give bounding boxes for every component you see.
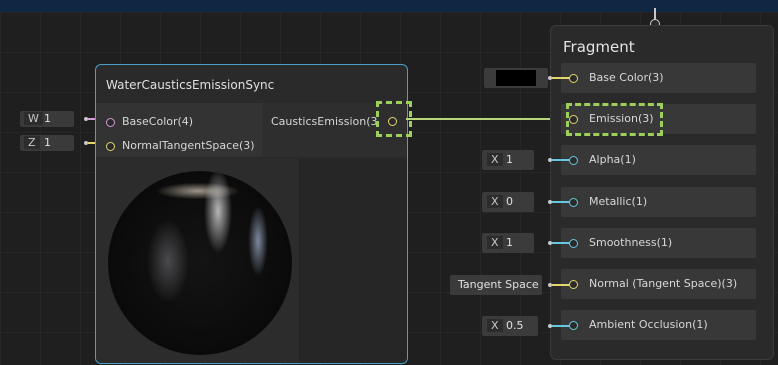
value: 1 <box>44 136 51 149</box>
port[interactable] <box>569 280 578 289</box>
port[interactable] <box>569 198 578 207</box>
slot-base-color[interactable]: Base Color(3) <box>561 63 756 93</box>
axis-label: X <box>487 153 503 166</box>
metallic-input[interactable]: X 0 <box>482 192 534 212</box>
node-preview <box>96 159 299 363</box>
alpha-input[interactable]: X 1 <box>482 150 534 170</box>
normal-port[interactable] <box>106 142 115 151</box>
value: 0 <box>506 195 513 208</box>
axis-label: W <box>24 112 43 125</box>
wire-metallic <box>552 201 570 203</box>
value: 1 <box>44 112 51 125</box>
axis-label: X <box>487 319 503 332</box>
wire-normal-space <box>552 284 570 286</box>
slot-label: Normal (Tangent Space)(3) <box>589 277 738 290</box>
highlight-emission <box>566 103 663 136</box>
node-title: WaterCausticsEmissionSync <box>106 78 275 92</box>
value: 1 <box>506 153 513 166</box>
port[interactable] <box>569 239 578 248</box>
basecolor-port[interactable] <box>106 118 115 127</box>
slot-ambient-occlusion[interactable]: Ambient Occlusion(1) <box>561 310 756 340</box>
color-swatch[interactable] <box>496 70 536 86</box>
top-bar <box>0 0 778 12</box>
input-label-normal: NormalTangentSpace(3) <box>122 139 255 152</box>
water-caustics-node[interactable]: WaterCausticsEmissionSync BaseColor(4) N… <box>95 64 408 364</box>
occlusion-input[interactable]: X 0.5 <box>482 316 538 336</box>
node-inputs: BaseColor(4) NormalTangentSpace(3) <box>96 103 262 157</box>
wire-base-color <box>552 77 570 79</box>
slot-normal[interactable]: Normal (Tangent Space)(3) <box>561 269 756 299</box>
basecolor-input-field[interactable]: W 1 <box>20 111 74 127</box>
smoothness-input[interactable]: X 1 <box>482 233 534 253</box>
slot-label: Metallic(1) <box>589 195 648 208</box>
port[interactable] <box>569 156 578 165</box>
port[interactable] <box>569 74 578 83</box>
slot-label: Base Color(3) <box>589 71 664 84</box>
wire-occlusion <box>552 325 570 327</box>
value: 0.5 <box>506 319 524 332</box>
slot-metallic[interactable]: Metallic(1) <box>561 187 756 217</box>
slot-label: Smoothness(1) <box>589 236 673 249</box>
normal-space-dropdown[interactable]: Tangent Space <box>450 275 542 295</box>
slot-smoothness[interactable]: Smoothness(1) <box>561 228 756 258</box>
dropdown-value: Tangent Space <box>458 278 539 291</box>
axis-label: X <box>487 195 503 208</box>
axis-label: X <box>487 236 503 249</box>
preview-sphere <box>108 171 292 355</box>
wire-alpha <box>552 159 570 161</box>
fragment-title: Fragment <box>563 38 635 56</box>
wire-smoothness <box>552 242 570 244</box>
slot-label: Alpha(1) <box>589 153 636 166</box>
port[interactable] <box>569 321 578 330</box>
slot-alpha[interactable]: Alpha(1) <box>561 145 756 175</box>
axis-label: Z <box>24 136 40 149</box>
input-label-basecolor: BaseColor(4) <box>122 115 194 128</box>
slot-label: Ambient Occlusion(1) <box>589 318 708 331</box>
value: 1 <box>506 236 513 249</box>
wire-emission <box>406 118 570 120</box>
base-color-input[interactable] <box>484 68 548 88</box>
output-label: CausticsEmission(3 <box>271 115 378 128</box>
normal-input-field[interactable]: Z 1 <box>20 135 74 151</box>
